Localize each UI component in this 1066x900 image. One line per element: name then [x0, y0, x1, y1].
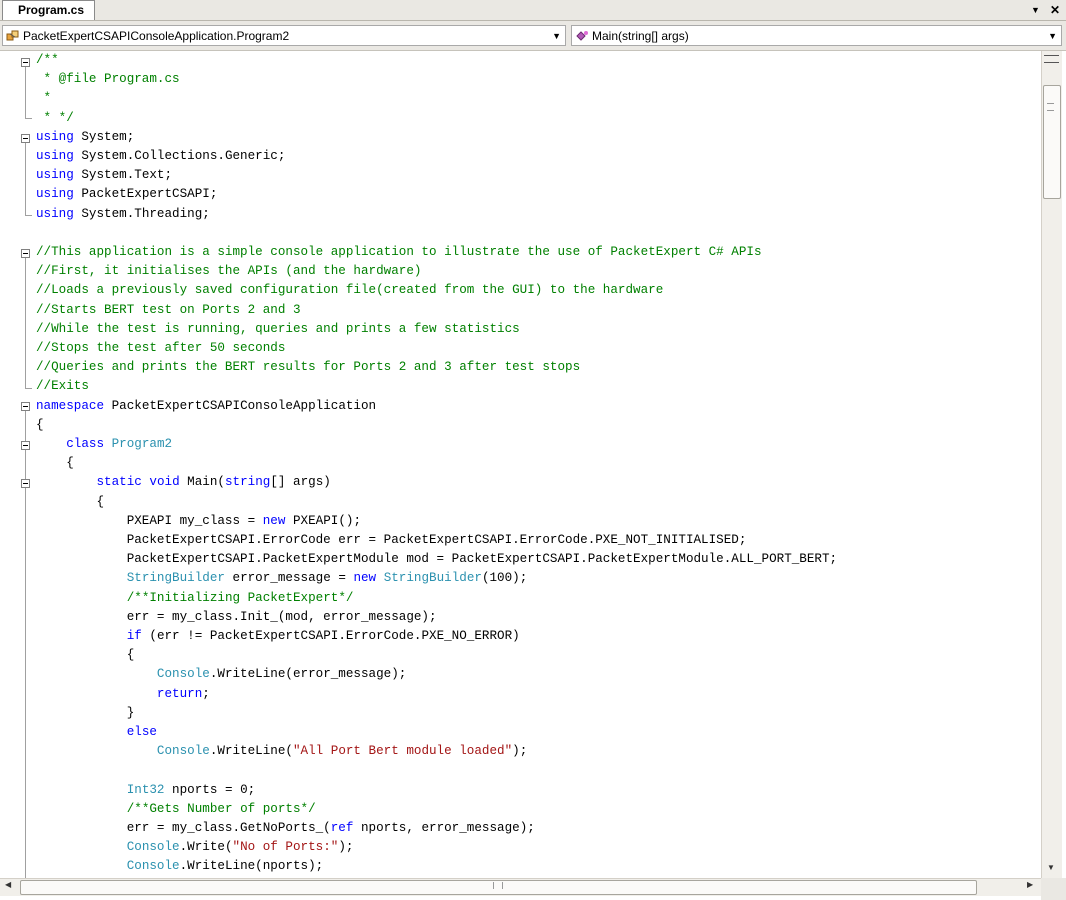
code-line: {	[36, 417, 44, 432]
member-dropdown-value: Main(string[] args)	[592, 29, 689, 43]
code-line: //Stops the test after 50 seconds	[36, 341, 286, 355]
outline-guide	[25, 258, 26, 388]
outline-guide	[25, 67, 26, 118]
code-line: * @file Program.cs	[36, 72, 180, 87]
scroll-right-icon[interactable]: ▶	[1027, 880, 1033, 889]
code-line: //Loads a previously saved configuration…	[36, 283, 664, 298]
code-line: namespace PacketExpertCSAPIConsoleApplic…	[36, 398, 377, 413]
tab-program-cs[interactable]: Program.cs	[2, 0, 96, 20]
code-line: //First, it initialises the APIs (and th…	[36, 264, 422, 279]
code-line: else	[126, 725, 157, 739]
scrollbar-corner	[1041, 878, 1066, 900]
code-line: //Exits	[36, 379, 89, 394]
outline-guide-end	[25, 215, 32, 216]
close-icon[interactable]: ✕	[1050, 3, 1060, 17]
outline-guide-end	[25, 118, 32, 119]
code-line: PacketExpertCSAPI.ErrorCode err = Packet…	[36, 533, 747, 547]
code-line: /**	[36, 53, 59, 67]
code-line: PXEAPI my_class = new PXEAPI();	[36, 513, 361, 528]
code-line: Console.WriteLine(nports);	[126, 859, 324, 874]
collapse-icon[interactable]	[21, 249, 30, 258]
tab-controls: ▼ ✕	[1031, 0, 1060, 20]
code-line: //Starts BERT test on Ports 2 and 3	[36, 302, 301, 317]
code-line: {	[36, 494, 105, 509]
code-line: //This application is a simple console a…	[36, 245, 762, 259]
code-line: Int32 nports = 0;	[126, 782, 256, 797]
code-line: err = my_class.GetNoPorts_(ref nports, e…	[36, 821, 535, 835]
code-editor[interactable]: /** * @file Program.cs * * */ using Syst…	[0, 51, 1041, 878]
class-dropdown[interactable]: PacketExpertCSAPIConsoleApplication.Prog…	[2, 25, 566, 46]
splitter-handle[interactable]	[1044, 55, 1059, 63]
code-line: return;	[156, 686, 210, 701]
code-line: PacketExpertCSAPI.PacketExpertModule mod…	[36, 552, 838, 567]
method-icon	[576, 31, 588, 41]
code-line: /**Initializing PacketExpert*/	[126, 590, 354, 605]
class-icon	[6, 30, 19, 41]
code-line: *	[36, 91, 52, 106]
code-line: }	[36, 705, 135, 720]
code-line: using PacketExpertCSAPI;	[36, 187, 218, 202]
outline-guide	[25, 143, 26, 215]
outline-guide-end	[25, 388, 32, 389]
chevron-down-icon: ▼	[552, 31, 561, 41]
code-line: using System.Text;	[36, 168, 173, 183]
navigation-bar: PacketExpertCSAPIConsoleApplication.Prog…	[0, 21, 1066, 51]
collapse-icon[interactable]	[21, 58, 30, 67]
code-line: {	[36, 648, 135, 663]
code-line: Console.WriteLine("All Port Bert module …	[156, 744, 528, 759]
scroll-down-icon[interactable]: ▼	[1047, 863, 1055, 872]
code-line: class Program2	[66, 437, 173, 451]
horizontal-scrollbar[interactable]: ◀ ▶	[0, 878, 1041, 896]
scroll-grip-icon	[1047, 103, 1054, 111]
code-line: Console.Write("No of Ports:");	[126, 840, 354, 855]
scroll-left-icon[interactable]: ◀	[5, 880, 11, 889]
code-line: Console.WriteLine(error_message);	[156, 667, 407, 682]
code-line: StringBuilder error_message = new String…	[126, 571, 528, 586]
scroll-grip-icon	[493, 882, 503, 889]
tab-list-dropdown-icon[interactable]: ▼	[1031, 5, 1040, 15]
code-line: {	[36, 456, 74, 471]
code-line: /**Gets Number of ports*/	[126, 801, 316, 816]
chevron-down-icon: ▼	[1048, 31, 1057, 41]
collapse-icon[interactable]	[21, 479, 30, 488]
collapse-icon[interactable]	[21, 134, 30, 143]
code-line: if (err != PacketExpertCSAPI.ErrorCode.P…	[126, 629, 520, 643]
code-line: //While the test is running, queries and…	[36, 321, 520, 336]
code-line: static void Main(string[] args)	[96, 475, 331, 490]
collapse-icon[interactable]	[21, 441, 30, 450]
code-line: using System.Threading;	[36, 206, 210, 221]
collapse-icon[interactable]	[21, 402, 30, 411]
vertical-scrollbar[interactable]: ▼	[1041, 51, 1062, 878]
member-dropdown[interactable]: Main(string[] args) ▼	[571, 25, 1062, 46]
code-line: using System;	[36, 129, 135, 144]
document-tab-strip: Program.cs ▼ ✕	[0, 0, 1066, 21]
class-dropdown-value: PacketExpertCSAPIConsoleApplication.Prog…	[23, 29, 290, 43]
code-line: //Queries and prints the BERT results fo…	[36, 360, 581, 375]
code-line: err = my_class.Init_(mod, error_message)…	[36, 609, 437, 624]
code-line: using System.Collections.Generic;	[36, 149, 286, 163]
code-line: * */	[36, 110, 74, 125]
